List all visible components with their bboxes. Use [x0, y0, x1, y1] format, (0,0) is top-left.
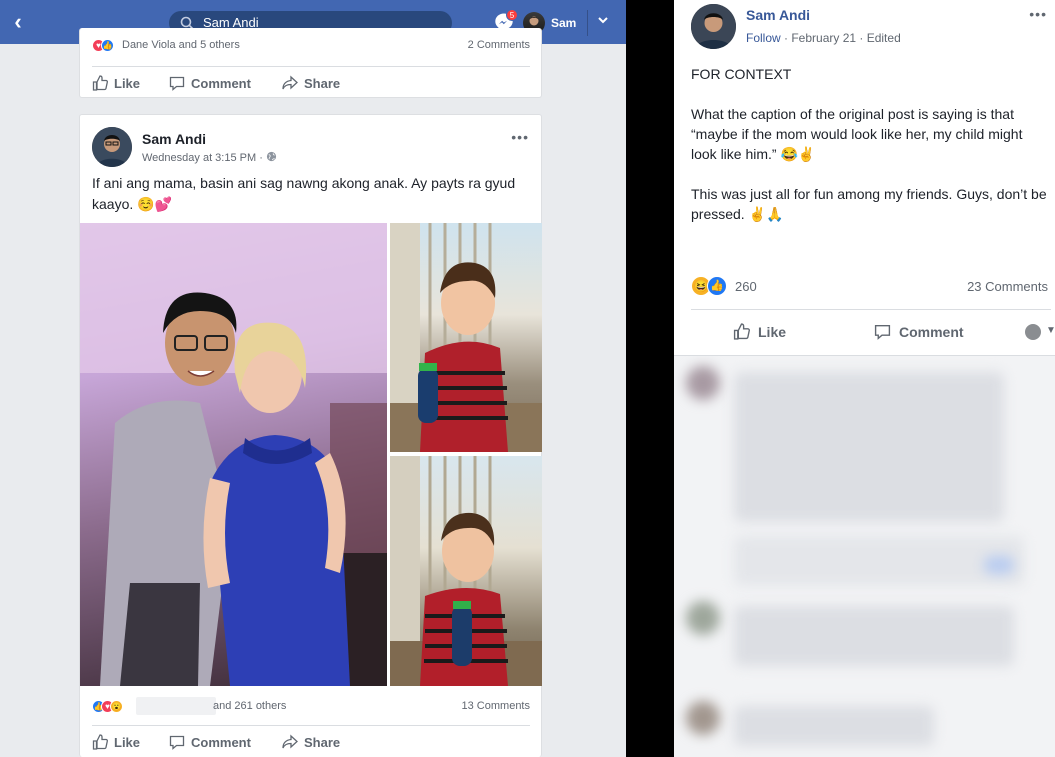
like-reaction-icon: 👍	[101, 39, 114, 52]
post-photo-boy-2[interactable]	[390, 456, 542, 686]
follow-link[interactable]: Follow	[746, 31, 781, 45]
post-text: FOR CONTEXT What the caption of the orig…	[691, 64, 1051, 244]
blurred-comments-section	[674, 355, 1055, 757]
like-reaction-icon: 👍	[707, 276, 727, 296]
reaction-icons: 😆 👍	[691, 276, 727, 296]
previous-post-reactions[interactable]: ♥ 👍 Dane Viola and 5 others 2 Comments	[92, 36, 530, 56]
right-context-post: Sam Andi Follow · February 21 · Edited •…	[674, 0, 1055, 757]
author-avatar[interactable]	[92, 127, 132, 167]
like-button[interactable]: Like	[92, 75, 140, 91]
comment-icon	[169, 735, 185, 750]
globe-icon	[266, 151, 277, 162]
action-bar: Like Comment Share	[92, 66, 530, 98]
back-arrow-icon[interactable]: ‹	[6, 10, 30, 34]
comment-as-selector[interactable]: ▼	[1025, 323, 1055, 341]
profile-name[interactable]: Sam	[551, 16, 576, 30]
comment-button[interactable]: Comment	[874, 323, 964, 340]
share-label: Share	[304, 735, 341, 750]
blurred-comment	[734, 606, 1014, 666]
redacted-name-block	[136, 697, 216, 715]
post-reactions[interactable]: 😆 👍 260 23 Comments	[691, 276, 1051, 298]
blurred-comment	[734, 372, 1004, 522]
reaction-count[interactable]: 260	[735, 279, 757, 294]
reaction-names[interactable]: and 261 others	[213, 700, 286, 712]
thumbs-up-icon	[92, 75, 108, 91]
comment-icon	[169, 76, 185, 91]
messenger-badge: 5	[506, 9, 518, 21]
reaction-icons: 👍 ♥ 😮	[92, 700, 123, 713]
post-text: If ani ang mama, basin ani sag nawng ako…	[92, 175, 516, 212]
author-avatar[interactable]	[691, 4, 736, 49]
share-button[interactable]: Share	[282, 734, 340, 750]
mini-avatar	[1025, 324, 1041, 340]
chevron-down-icon[interactable]	[594, 13, 612, 31]
thumbs-up-icon	[733, 323, 750, 340]
post-date-edited[interactable]: · February 21 · Edited	[781, 31, 901, 45]
comment-button[interactable]: Comment	[169, 75, 251, 91]
more-options-icon[interactable]: •••	[511, 129, 529, 145]
post-author[interactable]: Sam Andi	[142, 131, 206, 147]
caret-down-icon: ▼	[1046, 325, 1055, 336]
blurred-avatar	[686, 366, 720, 400]
thumbs-up-icon	[92, 734, 108, 750]
screenshot-root: ‹ Sam Andi 5 Sam ♥ 👍 Dane Viola and 5 ot…	[0, 0, 1055, 757]
divider	[691, 309, 1051, 310]
like-button[interactable]: Like	[733, 323, 786, 340]
post-timestamp[interactable]: Wednesday at 3:15 PM ·	[142, 152, 266, 164]
post-photo-couple[interactable]	[80, 223, 387, 686]
blurred-reaction	[984, 556, 1014, 574]
post-meta: Follow · February 21 · Edited	[746, 31, 901, 45]
action-bar: Like Comment Share	[92, 725, 530, 757]
post-author[interactable]: Sam Andi	[746, 7, 810, 23]
like-button[interactable]: Like	[92, 734, 140, 750]
previous-post-card: ♥ 👍 Dane Viola and 5 others 2 Comments Li…	[79, 28, 542, 98]
topbar-divider	[587, 10, 588, 36]
post-text-paragraph-1: What the caption of the original post is…	[691, 106, 1023, 162]
reaction-icons: ♥ 👍	[92, 39, 114, 52]
share-button[interactable]: Share	[282, 75, 340, 91]
comment-icon	[874, 324, 891, 340]
post-reactions[interactable]: 👍 ♥ 😮 and 261 others 13 Comments	[92, 697, 530, 717]
more-options-icon[interactable]: •••	[1029, 6, 1047, 22]
share-icon	[282, 75, 298, 90]
share-label: Share	[304, 76, 341, 91]
comments-count[interactable]: 2 Comments	[468, 39, 530, 51]
post-card: Sam Andi Wednesday at 3:15 PM · ••• If a…	[79, 114, 542, 757]
blurred-comment	[734, 706, 934, 746]
comments-count[interactable]: 23 Comments	[967, 279, 1048, 294]
like-label: Like	[758, 324, 787, 340]
comment-label: Comment	[191, 735, 251, 750]
share-icon	[282, 734, 298, 749]
wow-reaction-icon: 😮	[110, 700, 123, 713]
comment-label: Comment	[191, 76, 251, 91]
left-feed-panel: ‹ Sam Andi 5 Sam ♥ 👍 Dane Viola and 5 ot…	[0, 0, 626, 757]
post-text-heading: FOR CONTEXT	[691, 66, 792, 82]
reaction-names[interactable]: Dane Viola and 5 others	[122, 39, 240, 51]
action-bar: Like Comment ▼	[691, 318, 1055, 346]
like-label: Like	[114, 735, 141, 750]
comments-count[interactable]: 13 Comments	[462, 700, 530, 712]
comment-button[interactable]: Comment	[169, 734, 251, 750]
blurred-comment	[734, 536, 1024, 586]
blurred-avatar	[686, 701, 720, 735]
post-text-paragraph-2: This was just all for fun among my frien…	[691, 186, 1047, 222]
comment-label: Comment	[899, 324, 964, 340]
like-label: Like	[114, 76, 141, 91]
post-meta: Wednesday at 3:15 PM ·	[142, 151, 277, 164]
blurred-avatar	[686, 601, 720, 635]
post-photo-boy-1[interactable]	[390, 223, 542, 452]
